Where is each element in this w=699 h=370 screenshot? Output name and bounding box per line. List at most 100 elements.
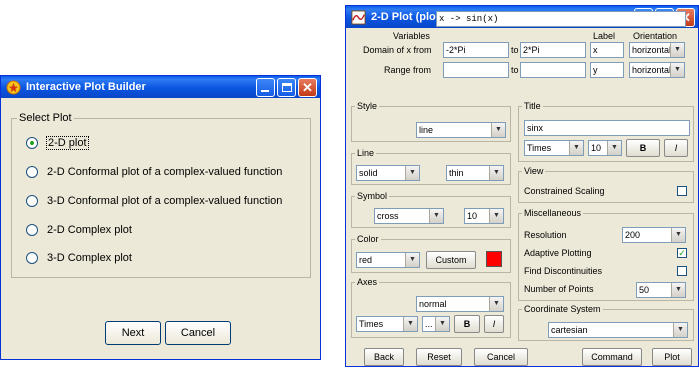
select-plot-group: Select Plot 2-D plot 2-D Conformal plot … xyxy=(11,112,311,278)
maple-leaf-icon xyxy=(6,79,21,95)
title-legend: Title xyxy=(522,101,543,112)
builder-title-bar[interactable]: Interactive Plot Builder ✕ xyxy=(1,76,320,98)
constrained-scaling-label: Constrained Scaling xyxy=(524,186,605,196)
number-of-points-select[interactable]: 50 ▼ xyxy=(636,282,686,298)
find-discontinuities-label: Find Discontinuities xyxy=(524,266,603,276)
domain-axis-label-field[interactable]: x xyxy=(590,42,624,58)
close-button[interactable]: ✕ xyxy=(298,77,317,97)
chevron-down-icon: ▼ xyxy=(671,228,685,242)
chevron-down-icon: ▼ xyxy=(403,317,417,331)
title-bold-button[interactable]: B xyxy=(626,139,660,157)
range-axis-label-field[interactable]: y xyxy=(590,62,624,78)
axes-size-value: ... xyxy=(425,319,433,329)
option-2d-complex[interactable]: 2-D Complex plot xyxy=(26,224,132,236)
domain-orientation-select[interactable]: horizontal ▼ xyxy=(629,42,685,58)
title-size-select[interactable]: 10 ▼ xyxy=(588,140,622,156)
axes-type-select[interactable]: normal ▼ xyxy=(416,296,504,312)
line-legend: Line xyxy=(355,148,377,159)
expression-field[interactable]: x -> sin(x) xyxy=(436,11,686,27)
chevron-down-icon: ▼ xyxy=(489,166,503,180)
option-label: 2-D plot xyxy=(46,136,89,150)
misc-legend: Miscellaneous xyxy=(522,208,584,219)
option-label: 2-D Complex plot xyxy=(47,224,132,236)
title-size-value: 10 xyxy=(591,143,602,153)
coordinate-system-select[interactable]: cartesian ▼ xyxy=(548,322,688,338)
chevron-down-icon: ▼ xyxy=(569,141,583,155)
option-2d-plot[interactable]: 2-D plot xyxy=(26,136,89,150)
maximize-button[interactable] xyxy=(277,77,296,97)
chevron-down-icon: ▼ xyxy=(429,209,443,223)
coordinate-system-value: cartesian xyxy=(551,325,588,335)
chevron-down-icon: ▼ xyxy=(489,297,503,311)
next-button[interactable]: Next xyxy=(105,321,161,345)
back-button[interactable]: Back xyxy=(364,348,404,366)
plot-title-field[interactable]: sinx xyxy=(524,120,690,136)
reset-button[interactable]: Reset xyxy=(416,348,462,366)
cancel-button[interactable]: Cancel xyxy=(165,321,231,345)
minimize-button[interactable] xyxy=(256,77,275,97)
axes-italic-button[interactable]: I xyxy=(484,315,504,333)
custom-color-button[interactable]: Custom xyxy=(426,251,476,269)
symbol-size-select[interactable]: 10 ▼ xyxy=(464,208,504,224)
title-font-select[interactable]: Times ▼ xyxy=(524,140,584,156)
plot-options-window: 2-D Plot (plot) ✕ x -> sin(x) Variables … xyxy=(345,5,699,367)
domain-to-field[interactable]: 2*Pi xyxy=(520,42,586,58)
adaptive-plotting-checkbox[interactable]: ✓ xyxy=(677,248,687,258)
color-legend: Color xyxy=(355,234,381,245)
color-swatch[interactable] xyxy=(486,251,502,267)
style-select[interactable]: line ▼ xyxy=(416,122,506,138)
domain-orientation-value: horizontal xyxy=(632,45,672,55)
radio-2d-plot[interactable] xyxy=(26,137,38,149)
chevron-down-icon: ▼ xyxy=(607,141,621,155)
resolution-value: 200 xyxy=(625,230,641,240)
orientation-header: Orientation xyxy=(633,31,678,41)
title-italic-button[interactable]: I xyxy=(664,139,688,157)
range-orientation-value: horizontal xyxy=(632,65,672,75)
builder-title: Interactive Plot Builder xyxy=(26,81,146,93)
view-legend: View xyxy=(522,166,546,177)
symbol-type-value: cross xyxy=(377,211,399,221)
chevron-down-icon: ▼ xyxy=(435,317,449,331)
axes-font-value: Times xyxy=(359,319,384,329)
radio-3d-conformal[interactable] xyxy=(26,195,38,207)
axes-size-select[interactable]: ... ▼ xyxy=(422,316,450,332)
find-discontinuities-checkbox[interactable] xyxy=(677,266,687,276)
range-from-field[interactable] xyxy=(443,62,509,78)
axes-bold-button[interactable]: B xyxy=(454,315,480,333)
label-header: Label xyxy=(593,31,616,41)
radio-2d-conformal[interactable] xyxy=(26,166,38,178)
symbol-type-select[interactable]: cross ▼ xyxy=(374,208,444,224)
option-2d-conformal[interactable]: 2-D Conformal plot of a complex-valued f… xyxy=(26,166,282,178)
chevron-down-icon: ▼ xyxy=(673,323,687,337)
select-plot-legend: Select Plot xyxy=(17,112,74,124)
coordinate-system-legend: Coordinate System xyxy=(522,304,603,315)
radio-2d-complex[interactable] xyxy=(26,224,38,236)
domain-from-field[interactable]: -2*Pi xyxy=(443,42,509,58)
range-orientation-select[interactable]: horizontal ▼ xyxy=(629,62,685,78)
to-label: to xyxy=(511,65,519,75)
resolution-label: Resolution xyxy=(524,230,567,240)
line-type-value: solid xyxy=(359,168,378,178)
option-3d-complex[interactable]: 3-D Complex plot xyxy=(26,252,132,264)
option-3d-conformal[interactable]: 3-D Conformal plot of a complex-valued f… xyxy=(26,195,282,207)
line-type-select[interactable]: solid ▼ xyxy=(356,165,420,181)
number-of-points-label: Number of Points xyxy=(524,284,594,294)
maximize-icon xyxy=(281,82,292,92)
plot-cancel-button[interactable]: Cancel xyxy=(474,348,528,366)
style-value: line xyxy=(419,125,434,135)
axes-type-value: normal xyxy=(419,299,447,309)
radio-3d-complex[interactable] xyxy=(26,252,38,264)
range-to-field[interactable] xyxy=(520,62,586,78)
command-button[interactable]: Command xyxy=(582,348,642,366)
color-select[interactable]: red ▼ xyxy=(356,252,420,268)
chevron-down-icon: ▼ xyxy=(670,63,684,77)
symbol-legend: Symbol xyxy=(355,191,390,202)
title-font-value: Times xyxy=(527,143,552,153)
chevron-down-icon: ▼ xyxy=(405,253,419,267)
constrained-scaling-checkbox[interactable] xyxy=(677,186,687,196)
line-thickness-value: thin xyxy=(449,168,464,178)
axes-font-select[interactable]: Times ▼ xyxy=(356,316,418,332)
line-thickness-select[interactable]: thin ▼ xyxy=(446,165,504,181)
plot-button[interactable]: Plot xyxy=(652,348,692,366)
resolution-select[interactable]: 200 ▼ xyxy=(622,227,686,243)
